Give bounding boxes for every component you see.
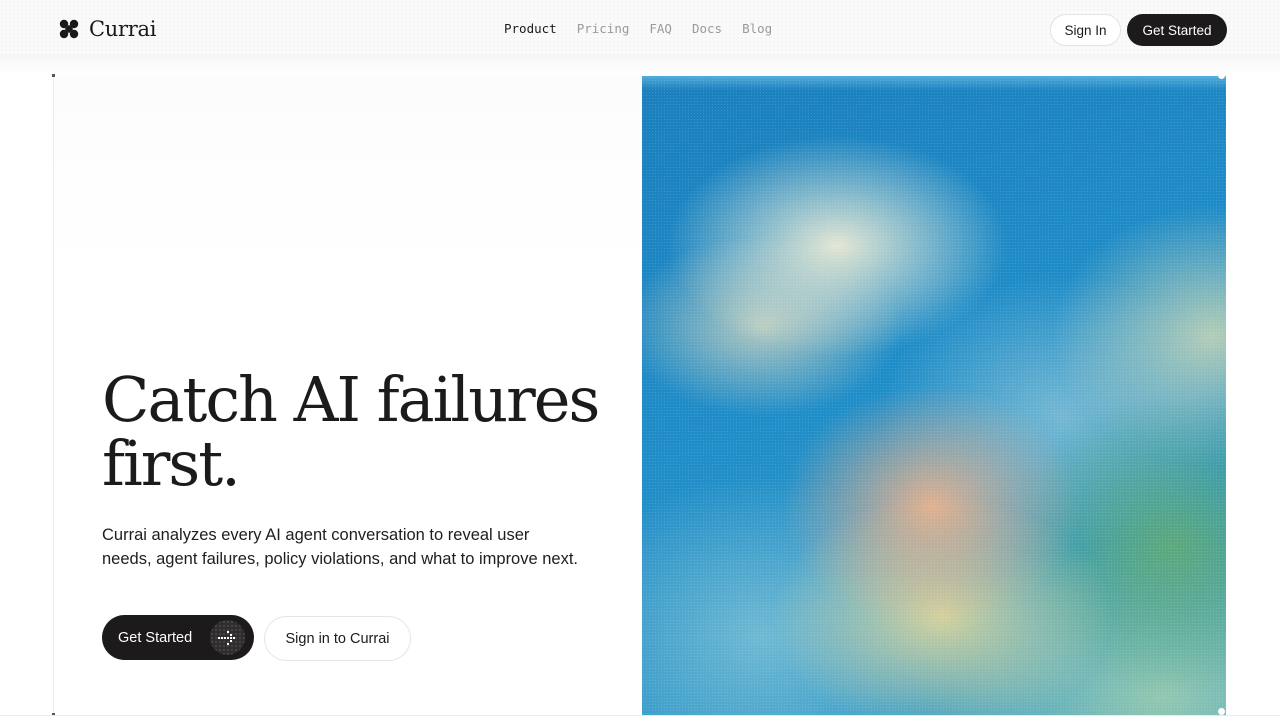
brand-name: Currai (89, 17, 157, 41)
brand-logo[interactable]: Currai (58, 17, 156, 41)
main-nav: Product Pricing FAQ Docs Blog (504, 21, 772, 36)
header-fade (0, 54, 1280, 76)
nav-pricing[interactable]: Pricing (577, 21, 630, 36)
arrow-right-icon (210, 620, 245, 655)
get-started-button[interactable]: Get Started (1127, 14, 1227, 46)
corner-tick (52, 74, 55, 77)
section-divider (0, 715, 1280, 716)
nav-faq[interactable]: FAQ (649, 21, 672, 36)
corner-dot (1218, 72, 1225, 79)
get-started-cta-label: Get Started (118, 629, 193, 646)
get-started-cta[interactable]: Get Started (102, 615, 254, 660)
nav-product[interactable]: Product (504, 21, 557, 36)
visual-grain (642, 76, 1226, 716)
sign-in-cta[interactable]: Sign in to Currai (264, 616, 411, 661)
nav-blog[interactable]: Blog (742, 21, 772, 36)
hero-headline: Catch AI failures first. (102, 363, 600, 500)
hero-subtext: Currai analyzes every AI agent conversat… (102, 526, 579, 568)
corner-dot (1218, 708, 1225, 715)
nav-docs[interactable]: Docs (692, 21, 722, 36)
sign-in-button[interactable]: Sign In (1050, 14, 1121, 46)
hero-gradient-visual (642, 76, 1226, 716)
clover-icon (59, 19, 79, 39)
